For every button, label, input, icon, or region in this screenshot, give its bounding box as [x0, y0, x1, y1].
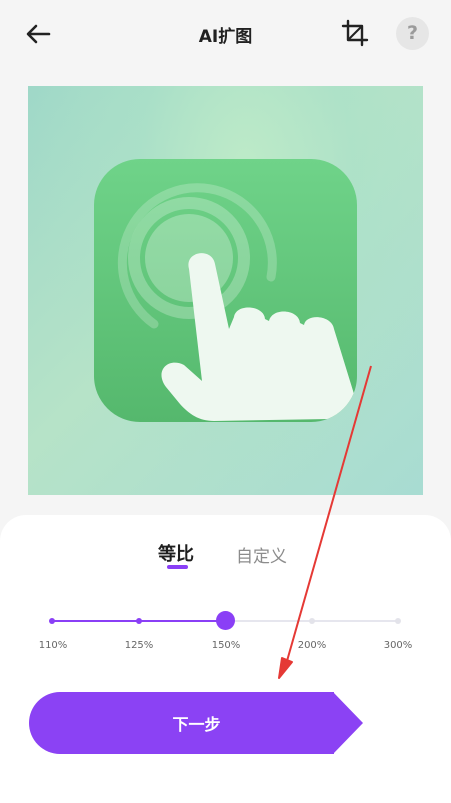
help-button[interactable]: ? [396, 17, 429, 50]
question-mark-icon: ? [406, 22, 419, 44]
crop-button[interactable] [340, 18, 370, 48]
crop-icon [341, 19, 369, 47]
slider-stop-300[interactable] [395, 618, 401, 624]
slider-stop-110[interactable] [49, 618, 55, 624]
slider-label-125: 125% [124, 640, 154, 651]
slider-stop-200[interactable] [309, 618, 315, 624]
slider-stop-125[interactable] [136, 618, 142, 624]
slider-label-150: 150% [211, 640, 241, 651]
tab-custom[interactable]: 自定义 [236, 542, 287, 567]
slider-label-110: 110% [38, 640, 68, 651]
slider-label-200: 200% [297, 640, 327, 651]
next-step-label: 下一步 [172, 715, 221, 734]
slider-label-300: 300% [383, 640, 413, 651]
preview-image [28, 86, 423, 495]
tab-proportional[interactable]: 等比 [158, 540, 194, 566]
next-step-button[interactable]: 下一步 [29, 692, 334, 754]
scale-slider[interactable]: 110% 125% 150% 200% 300% [0, 600, 451, 660]
slider-handle[interactable] [216, 611, 235, 630]
touch-hand-app-icon [94, 159, 357, 422]
tab-active-indicator [167, 565, 188, 569]
top-bar: AI扩图 ? [0, 0, 451, 68]
page-title: AI扩图 [198, 27, 253, 47]
